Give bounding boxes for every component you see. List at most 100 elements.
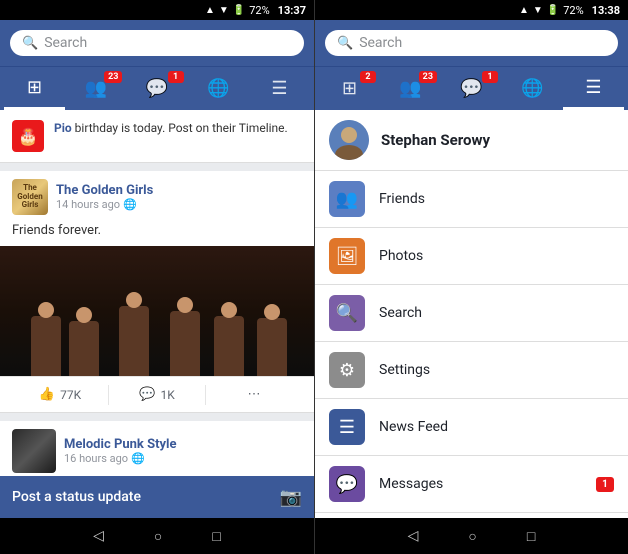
melodic-art [12, 429, 56, 473]
friends-menu-icon: 👥 [329, 181, 365, 217]
right-status-bar: ▲ ▼ 🔋 72% 13:38 [315, 0, 628, 20]
home-button[interactable]: ○ [154, 528, 162, 545]
left-nav-bar: ⊞ 👥 23 💬 1 🌐 ☰ [0, 66, 314, 110]
left-search-bar: 🔍 Search [0, 20, 314, 66]
golden-girls-avatar: TheGoldenGirls [12, 179, 48, 215]
menu-item-friends[interactable]: 👥 Friends [315, 171, 628, 228]
like-button[interactable]: 👍 77K [12, 383, 108, 406]
right-android-nav: ◁ ○ □ [315, 518, 628, 554]
r-home-button[interactable]: ○ [468, 528, 476, 545]
friends-label: Friends [379, 191, 614, 207]
melodic-globe-icon: 🌐 [131, 452, 145, 465]
melodic-post: Melodic Punk Style 16 hours ago 🌐 Satani… [0, 421, 314, 476]
right-phone: ▲ ▼ 🔋 72% 13:38 🔍 Search ⊞ 2 👥 23 💬 1 🌐 … [314, 0, 628, 554]
melodic-avatar [12, 429, 56, 473]
image-art [0, 246, 314, 376]
post-header: TheGoldenGirls The Golden Girls 14 hours… [0, 171, 314, 223]
back-button[interactable]: ◁ [93, 528, 104, 544]
figure5 [214, 316, 244, 376]
globe-icon: 🌐 [207, 78, 229, 99]
r-wifi-icon: ▼ [533, 5, 543, 16]
menu-item-settings[interactable]: ⚙ Settings [315, 342, 628, 399]
left-status-bar: ▲ ▼ 🔋 72% 13:37 [0, 0, 314, 20]
menu-profile[interactable]: Stephan Serowy [315, 110, 628, 171]
photos-menu-icon: 🖼 [329, 238, 365, 274]
time-display: 13:37 [278, 4, 306, 17]
messages-menu-icon: 💬 [329, 466, 365, 502]
post-author[interactable]: The Golden Girls [56, 183, 302, 198]
birthday-name: Pio [54, 121, 72, 135]
left-search-input[interactable]: 🔍 Search [10, 30, 304, 56]
menu-item-search[interactable]: 🔍 Search [315, 285, 628, 342]
birthday-message: birthday is today. Post on their Timelin… [75, 121, 288, 135]
r-back-button[interactable]: ◁ [408, 528, 419, 544]
r-recent-button[interactable]: □ [527, 528, 535, 545]
battery-icon: 🔋 [233, 5, 245, 16]
right-search-input[interactable]: 🔍 Search [325, 30, 618, 56]
r-globe-icon: 🌐 [521, 78, 543, 99]
melodic-post-header: Melodic Punk Style 16 hours ago 🌐 [0, 421, 314, 476]
melodic-author[interactable]: Melodic Punk Style [64, 437, 302, 452]
left-phone: ▲ ▼ 🔋 72% 13:37 🔍 Search ⊞ 👥 23 💬 1 🌐 ☰ [0, 0, 314, 554]
left-android-nav: ◁ ○ □ [0, 518, 314, 554]
birthday-icon: 🎂 [12, 120, 44, 152]
r-home-badge: 2 [360, 71, 376, 83]
post-actions: 👍 77K 💬 1K ⋯ [0, 376, 314, 412]
search-label: Search [44, 35, 87, 51]
r-nav-globe[interactable]: 🌐 [502, 67, 563, 110]
figure3 [119, 306, 149, 376]
melodic-meta: Melodic Punk Style 16 hours ago 🌐 [64, 437, 302, 465]
r-nav-messages[interactable]: 💬 1 [441, 67, 502, 110]
nav-home[interactable]: ⊞ [4, 67, 65, 110]
profile-avatar [329, 120, 369, 160]
signal-icon: ▲ [205, 5, 215, 16]
figure4 [170, 311, 200, 376]
menu-item-newsfeed[interactable]: ☰ News Feed [315, 399, 628, 456]
menu-icon: ☰ [271, 78, 287, 99]
r-nav-friends[interactable]: 👥 23 [380, 67, 441, 110]
r-messages-badge: 1 [482, 71, 498, 83]
r-search-label: Search [359, 35, 402, 51]
search-label: Search [379, 305, 614, 321]
right-nav-bar: ⊞ 2 👥 23 💬 1 🌐 ☰ [315, 66, 628, 110]
comment-count: 1K [160, 388, 174, 402]
settings-label: Settings [379, 362, 614, 378]
r-nav-menu[interactable]: ☰ [563, 67, 624, 110]
r-battery-percent: 72% [563, 4, 583, 17]
r-time-display: 13:38 [592, 4, 620, 17]
nav-globe[interactable]: 🌐 [188, 67, 249, 110]
nav-friends[interactable]: 👥 23 [65, 67, 126, 110]
birthday-text: Pio birthday is today. Post on their Tim… [54, 120, 288, 137]
birthday-card: 🎂 Pio birthday is today. Post on their T… [0, 110, 314, 163]
figure2 [69, 321, 99, 376]
menu-item-photos[interactable]: 🖼 Photos [315, 228, 628, 285]
messages-menu-label: Messages [379, 476, 582, 492]
comment-button[interactable]: 💬 1K [109, 383, 205, 406]
battery-percent: 72% [249, 4, 269, 17]
camera-icon[interactable]: 📷 [280, 487, 302, 508]
melodic-time: 16 hours ago 🌐 [64, 452, 302, 465]
figure6 [257, 318, 287, 376]
search-menu-icon: 🔍 [329, 295, 365, 331]
r-search-icon: 🔍 [337, 36, 353, 51]
post-meta: The Golden Girls 14 hours ago 🌐 [56, 183, 302, 211]
search-icon: 🔍 [22, 36, 38, 51]
home-icon: ⊞ [27, 77, 42, 98]
menu-item-notifications[interactable]: 🔔 Notifications [315, 513, 628, 518]
nav-messages[interactable]: 💬 1 [126, 67, 187, 110]
more-button[interactable]: ⋯ [206, 383, 302, 406]
avatar-svg [329, 120, 369, 160]
photos-label: Photos [379, 248, 614, 264]
nav-menu[interactable]: ☰ [249, 67, 310, 110]
status-update-label: Post a status update [12, 489, 141, 505]
menu-item-messages[interactable]: 💬 Messages 1 [315, 456, 628, 513]
r-nav-home[interactable]: ⊞ 2 [319, 67, 380, 110]
r-signal-icon: ▲ [519, 5, 529, 16]
r-battery-icon: 🔋 [547, 5, 559, 16]
r-friends-badge: 23 [419, 71, 437, 83]
like-icon: 👍 [39, 387, 55, 402]
wifi-icon: ▼ [219, 5, 229, 16]
recent-button[interactable]: □ [212, 528, 220, 545]
status-update-bar[interactable]: Post a status update 📷 [0, 476, 314, 518]
profile-name: Stephan Serowy [381, 131, 490, 149]
